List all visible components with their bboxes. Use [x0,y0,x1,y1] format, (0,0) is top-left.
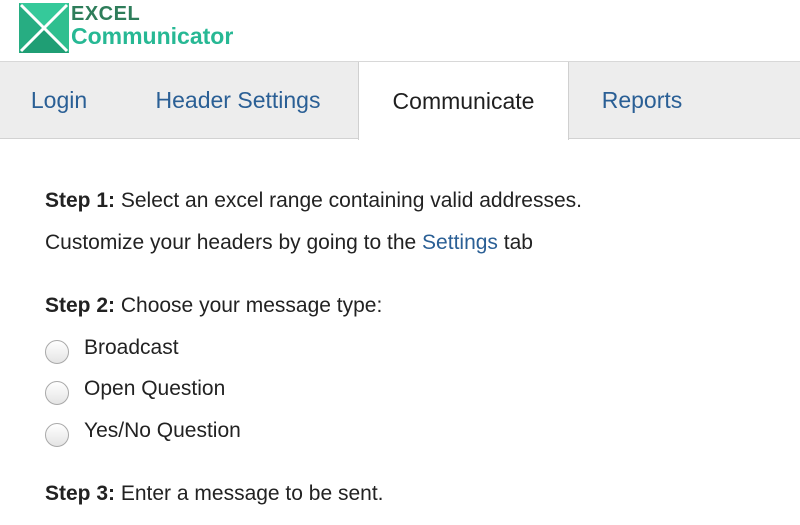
step1-text: Select an excel range containing valid a… [115,189,582,212]
radio-button-open-question[interactable] [45,381,69,405]
step3-text: Enter a message to be sent. [115,482,384,505]
step3-line: Step 3: Enter a message to be sent. [45,482,384,506]
radio-label-yes-no-question[interactable]: Yes/No Question [84,419,241,443]
customize-suffix: tab [497,231,533,254]
tab-communicate[interactable]: Communicate [358,62,569,140]
step3-label: Step 3: [45,482,116,505]
logo-title-excel: EXCEL [71,3,141,25]
logo-text: EXCEL Communicator [71,3,233,48]
radio-button-broadcast[interactable] [45,340,69,364]
radio-button-yes-no-question[interactable] [45,423,69,447]
tab-reports[interactable]: Reports [569,62,715,139]
tab-bar: Login Header Settings Communicate Report… [0,61,800,140]
step1-label: Step 1: [45,189,116,212]
excel-logo-icon [19,3,69,53]
logo-title-communicator: Communicator [71,23,234,49]
customize-headers-line: Customize your headers by going to the S… [45,231,533,255]
radio-label-open-question[interactable]: Open Question [84,377,225,401]
step2-text: Choose your message type: [115,294,383,317]
tab-header-settings[interactable]: Header Settings [118,62,358,139]
step2-line: Step 2: Choose your message type: [45,294,382,318]
settings-link[interactable]: Settings [422,231,498,254]
step2-label: Step 2: [45,294,116,317]
app-window: EXCEL Communicator Login Header Settings… [0,0,800,525]
customize-prefix: Customize your headers by going to the [45,231,423,254]
step1-line: Step 1: Select an excel range containing… [45,189,582,213]
logo-bar: EXCEL Communicator [0,0,800,61]
radio-label-broadcast[interactable]: Broadcast [84,336,179,360]
tab-login[interactable]: Login [0,62,118,139]
